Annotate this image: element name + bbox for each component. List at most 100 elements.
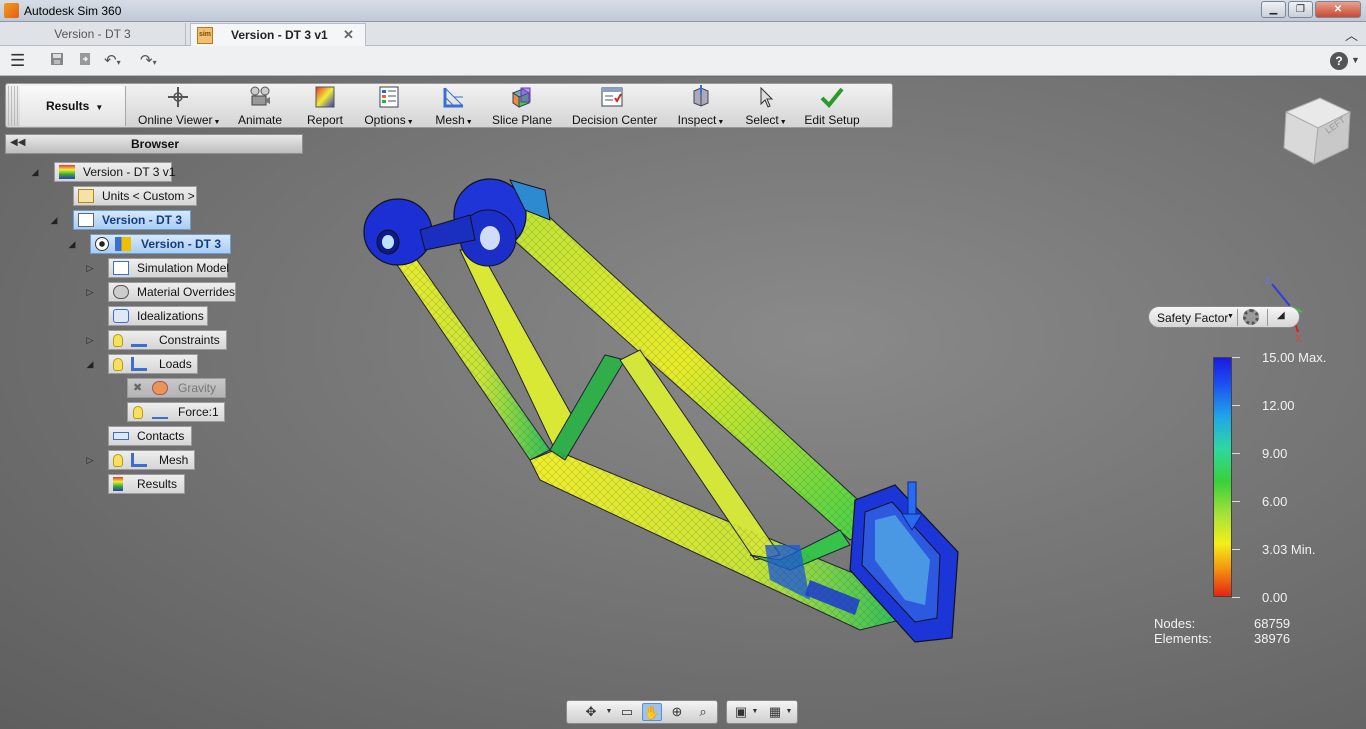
inspect-icon: [693, 85, 709, 107]
chevron-down-icon[interactable]: ▼: [599, 703, 619, 721]
ribbon-grip[interactable]: [8, 86, 18, 126]
redo-icon[interactable]: ↷▾: [140, 52, 157, 72]
chevron-up-icon[interactable]: ︿: [1345, 25, 1358, 44]
close-window-button[interactable]: ✕: [1315, 1, 1361, 18]
material-icon: [113, 285, 129, 299]
options-icon: [379, 86, 399, 108]
legend-value-max: 15.00 Max.: [1262, 350, 1327, 365]
tree-node-version-dt3-v1[interactable]: Version - DT 3 v1: [54, 162, 175, 182]
workspace-mode-button[interactable]: Results ▼: [20, 86, 126, 126]
animate-label: Animate: [237, 113, 283, 127]
minimize-button[interactable]: ▁: [1261, 1, 1286, 18]
expand-toggle[interactable]: ◢: [29, 166, 41, 178]
chevron-down-icon[interactable]: ▼: [1351, 55, 1360, 65]
mesh-label: Mesh: [435, 113, 465, 127]
loads-icon: [131, 357, 147, 371]
tree-node-idealizations[interactable]: Idealizations: [108, 306, 208, 326]
expand-toggle[interactable]: ▷: [84, 262, 96, 274]
export-icon[interactable]: [78, 52, 92, 71]
select-button[interactable]: Select▼: [744, 85, 788, 127]
legend-value-min: 3.03 Min.: [1262, 542, 1316, 557]
expand-toggle[interactable]: ◢: [48, 214, 60, 226]
decision-center-icon: [601, 87, 623, 107]
tab-label: Version - DT 3: [54, 27, 131, 41]
slice-plane-button[interactable]: Slice Plane: [492, 85, 552, 127]
visibility-bulb-icon[interactable]: [113, 334, 123, 347]
simulation-model-icon: [113, 261, 129, 275]
bracket-model-result-contour[interactable]: [340, 160, 1000, 660]
undo-icon[interactable]: ↶▾: [104, 52, 121, 72]
gear-icon[interactable]: [1243, 309, 1259, 325]
mesh-button[interactable]: Mesh▼: [434, 85, 474, 127]
visibility-bulb-icon[interactable]: [113, 358, 123, 371]
animate-button[interactable]: Animate: [235, 85, 285, 127]
tree-node-constraints[interactable]: Constraints: [108, 330, 227, 350]
contacts-icon: [113, 432, 129, 440]
nodes-label: Nodes:: [1154, 616, 1196, 631]
menu-icon[interactable]: ☰: [10, 52, 25, 70]
zoom-icon[interactable]: ⊕: [667, 703, 687, 721]
tree-node-loads[interactable]: Loads: [108, 354, 198, 374]
online-viewer-icon: [168, 87, 188, 107]
online-viewer-button[interactable]: Online Viewer▼: [138, 85, 220, 127]
expand-toggle[interactable]: ◢: [84, 358, 96, 370]
decision-center-label: Decision Center: [572, 113, 658, 127]
edit-setup-button[interactable]: Edit Setup: [804, 85, 860, 127]
node-label: Units < Custom >: [102, 189, 195, 203]
window-title: Autodesk Sim 360: [24, 4, 122, 18]
tree-node-contacts[interactable]: Contacts: [108, 426, 192, 446]
tree-node-results[interactable]: Results: [108, 474, 185, 494]
tree-node-units[interactable]: Units < Custom >: [73, 186, 197, 206]
view-cube[interactable]: LEFT: [1280, 90, 1352, 166]
results-icon: [113, 477, 123, 491]
result-type-selector[interactable]: Safety Factor ▼ ◢: [1148, 306, 1300, 328]
tree-node-version-dt3[interactable]: Version - DT 3: [73, 210, 191, 230]
close-tab-icon[interactable]: ✕: [343, 24, 354, 46]
orbit-icon[interactable]: ✥: [581, 703, 601, 721]
decision-center-button[interactable]: Decision Center: [572, 85, 658, 127]
chevron-down-icon: ▼: [95, 103, 104, 112]
zoom-window-icon[interactable]: ⌕: [693, 703, 713, 721]
legend-collapse-icon[interactable]: ◢: [1277, 310, 1285, 321]
inspect-button[interactable]: Inspect▼: [676, 85, 726, 127]
legend-color-bar: [1213, 357, 1232, 597]
expand-toggle[interactable]: ▷: [84, 454, 96, 466]
results-ribbon: Results ▼ Online Viewer▼ Animate Report O…: [5, 83, 893, 128]
legend-value: 0.00: [1262, 590, 1288, 605]
chevron-down-icon: ▼: [1227, 313, 1234, 320]
title-bar: Autodesk Sim 360 ▁ ❐ ✕: [0, 0, 1366, 22]
visibility-bulb-icon[interactable]: [113, 454, 123, 467]
tree-node-force-1[interactable]: Force:1: [127, 402, 225, 422]
component-icon: [78, 213, 94, 227]
tree-node-simulation-model[interactable]: Simulation Model: [108, 258, 229, 278]
tree-node-mesh[interactable]: Mesh: [108, 450, 195, 470]
tree-node-material-overrides[interactable]: Material Overrides: [108, 282, 236, 302]
expand-toggle[interactable]: ◢: [66, 238, 78, 250]
chevron-down-icon[interactable]: ▼: [779, 703, 799, 721]
legend-tick: [1232, 597, 1240, 598]
tree-node-study-version-dt3[interactable]: Version - DT 3: [90, 234, 231, 254]
expand-toggle[interactable]: ▷: [84, 286, 96, 298]
node-label: Idealizations: [137, 309, 204, 323]
active-study-radio-icon[interactable]: [95, 237, 109, 251]
document-tab-bar: Version - DT 3 sim Version - DT 3 v1 ✕: [0, 22, 1366, 46]
save-icon[interactable]: [50, 52, 64, 71]
tree-node-gravity[interactable]: ✖ Gravity: [127, 378, 226, 398]
browser-header: ◀◀ Browser: [5, 134, 303, 154]
divider: [1237, 309, 1238, 326]
tab-version-dt3[interactable]: Version - DT 3: [0, 23, 186, 46]
look-at-icon[interactable]: ▭: [617, 703, 637, 721]
maximize-button[interactable]: ❐: [1288, 1, 1313, 18]
visibility-bulb-icon[interactable]: [133, 406, 143, 419]
options-button[interactable]: Options▼: [364, 85, 414, 127]
expand-toggle[interactable]: ▷: [84, 334, 96, 346]
elements-value: 38976: [1254, 631, 1291, 646]
report-button[interactable]: Report: [304, 85, 346, 127]
tab-version-dt3-v1[interactable]: sim Version - DT 3 v1 ✕: [190, 23, 366, 46]
pan-hand-icon[interactable]: ✋: [642, 703, 662, 721]
chevron-down-icon[interactable]: ▼: [745, 703, 765, 721]
node-label: Results: [137, 477, 178, 491]
help-icon[interactable]: ?: [1330, 52, 1348, 70]
mesh-icon: [131, 453, 147, 467]
quick-access-toolbar: ☰ ↶▾ ↷▾: [0, 46, 1366, 76]
